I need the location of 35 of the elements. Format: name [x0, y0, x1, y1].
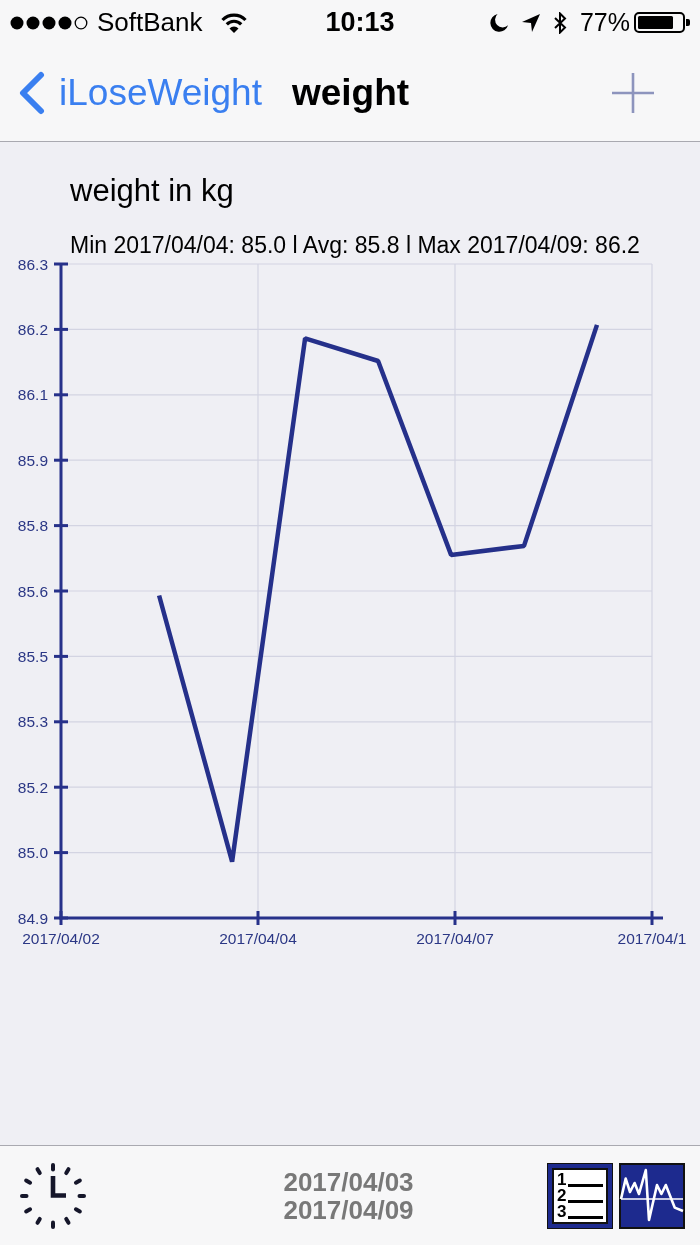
y-axis-label: 85.9	[17, 451, 48, 469]
numbered-list-button[interactable]: 1 2 3	[547, 1162, 613, 1229]
date-label: 2017/04/09	[283, 1195, 414, 1224]
y-axis-label: 86.3	[17, 255, 48, 273]
moon-icon	[489, 13, 509, 32]
battery-icon	[634, 12, 690, 33]
carrier-name: SoftBank	[97, 7, 203, 38]
chart-summary: Min 2017/04/04: 85.0 l Avg: 85.8 l Max 2017/04/09: 86.2	[70, 234, 641, 256]
location-arrow-icon	[521, 13, 540, 32]
screen-title: weight	[291, 72, 410, 114]
chart-title: weight in kg	[70, 173, 235, 209]
y-axis-label: 85.2	[17, 778, 48, 796]
bluetooth-icon	[552, 11, 567, 34]
battery-percentage: 77%	[579, 8, 630, 37]
y-axis-label: 84.9	[17, 909, 48, 927]
clock-icon[interactable]	[20, 1161, 86, 1230]
y-axis-label: 85.6	[17, 582, 48, 600]
x-axis-label: 2017/04/04	[219, 929, 297, 947]
wifi-icon	[220, 12, 247, 33]
back-button[interactable]: iLoseWeight	[17, 71, 262, 115]
signal-strength-icon	[10, 15, 88, 30]
y-axis-label: 86.2	[17, 320, 48, 338]
pulse-chart-icon[interactable]	[619, 1162, 685, 1229]
x-axis-label: 2017/04/02	[22, 929, 100, 947]
y-axis-label: 85.0	[17, 844, 48, 862]
add-icon[interactable]	[612, 73, 654, 113]
x-axis-label: 2017/04/1	[617, 929, 687, 947]
x-axis-label: 2017/04/07	[416, 929, 494, 947]
back-chevron-icon	[17, 71, 45, 115]
status-time: 10:13	[325, 7, 395, 38]
y-axis-label: 85.8	[17, 517, 48, 535]
y-axis-label: 85.3	[17, 713, 48, 731]
y-axis-label: 86.1	[17, 386, 48, 404]
y-axis-label: 85.5	[17, 647, 48, 665]
date-label: 2017/04/03	[283, 1167, 414, 1196]
